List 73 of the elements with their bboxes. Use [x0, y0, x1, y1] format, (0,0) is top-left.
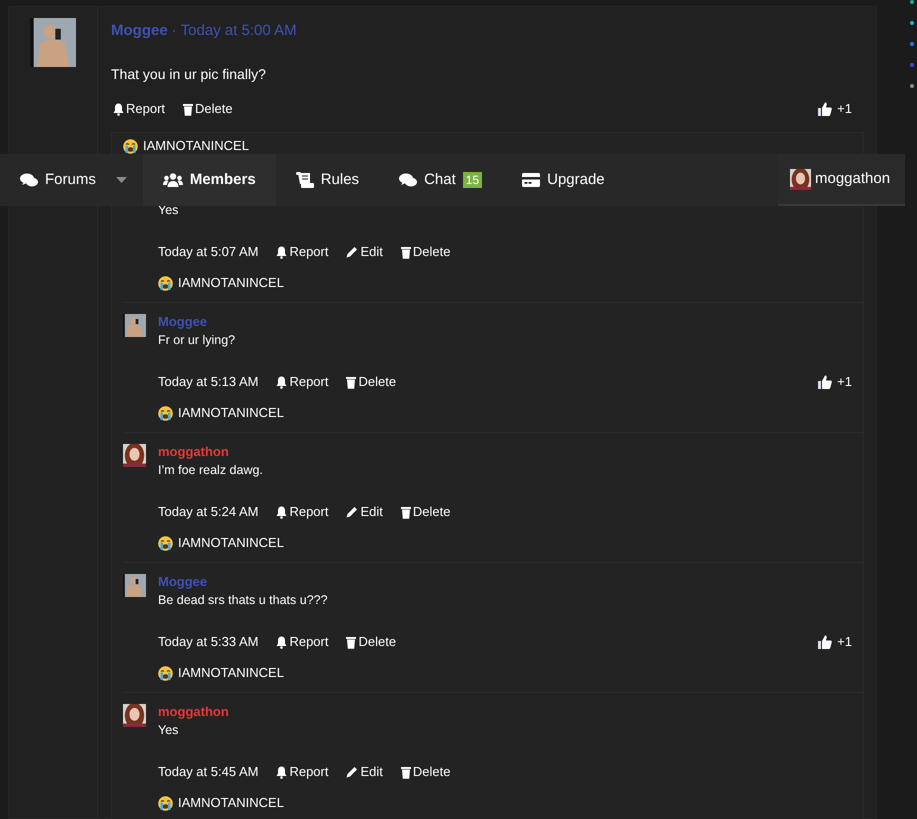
- users-icon: [162, 173, 183, 187]
- crying-face-icon: [123, 138, 138, 154]
- bell-icon: [276, 766, 288, 778]
- reaction-label: IAMNOTANINCEL: [178, 664, 284, 682]
- crying-face-icon: [158, 796, 173, 810]
- bell-icon: [276, 376, 288, 388]
- report-link[interactable]: Report: [113, 99, 166, 119]
- trash-icon: [346, 376, 356, 388]
- count-badge: 15: [462, 172, 482, 188]
- edit-link[interactable]: Edit: [346, 502, 383, 522]
- separator: ·: [172, 20, 177, 41]
- message-text: Fr or ur lying?: [158, 332, 236, 349]
- trash-icon: [400, 246, 411, 258]
- timestamp-link[interactable]: Today at 5:33 AM: [158, 632, 258, 652]
- trash-icon: [346, 636, 356, 648]
- author-name[interactable]: moggathon: [158, 443, 863, 461]
- delete-link[interactable]: Delete: [183, 99, 233, 119]
- thumbs-up-icon: [818, 102, 832, 116]
- delete-link[interactable]: Delete: [400, 762, 450, 782]
- report-link[interactable]: Report: [276, 502, 328, 522]
- nav-tab[interactable]: Upgrade: [502, 154, 625, 206]
- message-text: That you in ur pic finally?: [111, 65, 267, 84]
- report-link[interactable]: Report: [276, 372, 328, 392]
- speech-bubbles-icon: [20, 173, 38, 187]
- bell-icon: [113, 102, 124, 116]
- reaction-label: IAMNOTANINCEL: [143, 137, 249, 156]
- timestamp-link[interactable]: Today at 5:13 AM: [158, 372, 258, 392]
- report-link[interactable]: Report: [276, 242, 328, 262]
- delete-link[interactable]: Delete: [400, 502, 450, 522]
- crying-face-icon: [158, 666, 173, 680]
- delete-link[interactable]: Delete: [346, 632, 396, 652]
- crying-face-icon: [158, 536, 173, 550]
- timestamp-link[interactable]: Today at 5:07 AM: [158, 242, 258, 262]
- trash-icon: [400, 766, 411, 778]
- like-button[interactable]: +1: [818, 99, 852, 119]
- timestamp-link[interactable]: Today at 5:24 AM: [158, 502, 258, 522]
- thumbs-up-icon: [818, 635, 832, 649]
- reaction-label: IAMNOTANINCEL: [178, 534, 284, 552]
- thumbs-up-icon: [818, 375, 832, 389]
- like-button[interactable]: +1: [818, 632, 852, 652]
- bell-icon: [276, 246, 288, 258]
- speech-bubbles-icon: [399, 173, 418, 187]
- edit-link[interactable]: Edit: [346, 762, 383, 782]
- report-link[interactable]: Report: [276, 762, 328, 782]
- pencil-icon: [346, 506, 358, 518]
- nav-tab[interactable]: Members: [142, 154, 276, 206]
- crying-face-icon: [158, 276, 173, 290]
- reaction-label: IAMNOTANINCEL: [178, 274, 284, 292]
- crying-face-icon: [158, 406, 173, 420]
- pencil-icon: [346, 246, 358, 258]
- reaction-label: IAMNOTANINCEL: [178, 404, 284, 422]
- delete-link[interactable]: Delete: [346, 372, 396, 392]
- trash-icon: [400, 506, 411, 518]
- like-button[interactable]: +1: [818, 372, 852, 392]
- credit-card-icon: [522, 173, 540, 187]
- nav-tab[interactable]: Rules: [276, 154, 380, 206]
- bell-icon: [276, 636, 288, 648]
- timestamp-link[interactable]: Today at 5:45 AM: [158, 762, 258, 782]
- nav-tab[interactable]: Chat 15: [379, 154, 502, 206]
- caret-down-icon: [116, 177, 127, 183]
- nav-tab[interactable]: Forums: [0, 154, 116, 206]
- trash-icon: [183, 102, 194, 116]
- author-name[interactable]: moggathon: [158, 703, 863, 721]
- edit-link[interactable]: Edit: [346, 242, 383, 262]
- message-text: Be dead srs thats u thats u???: [158, 592, 329, 609]
- report-link[interactable]: Report: [276, 632, 328, 652]
- message-text: I’m foe realz dawg.: [158, 462, 264, 479]
- delete-link[interactable]: Delete: [400, 242, 450, 262]
- bell-icon: [276, 506, 288, 518]
- pencil-icon: [346, 766, 358, 778]
- scroll-icon: [296, 172, 314, 188]
- reaction-label: IAMNOTANINCEL: [178, 794, 284, 812]
- message-text: Yes: [158, 722, 180, 739]
